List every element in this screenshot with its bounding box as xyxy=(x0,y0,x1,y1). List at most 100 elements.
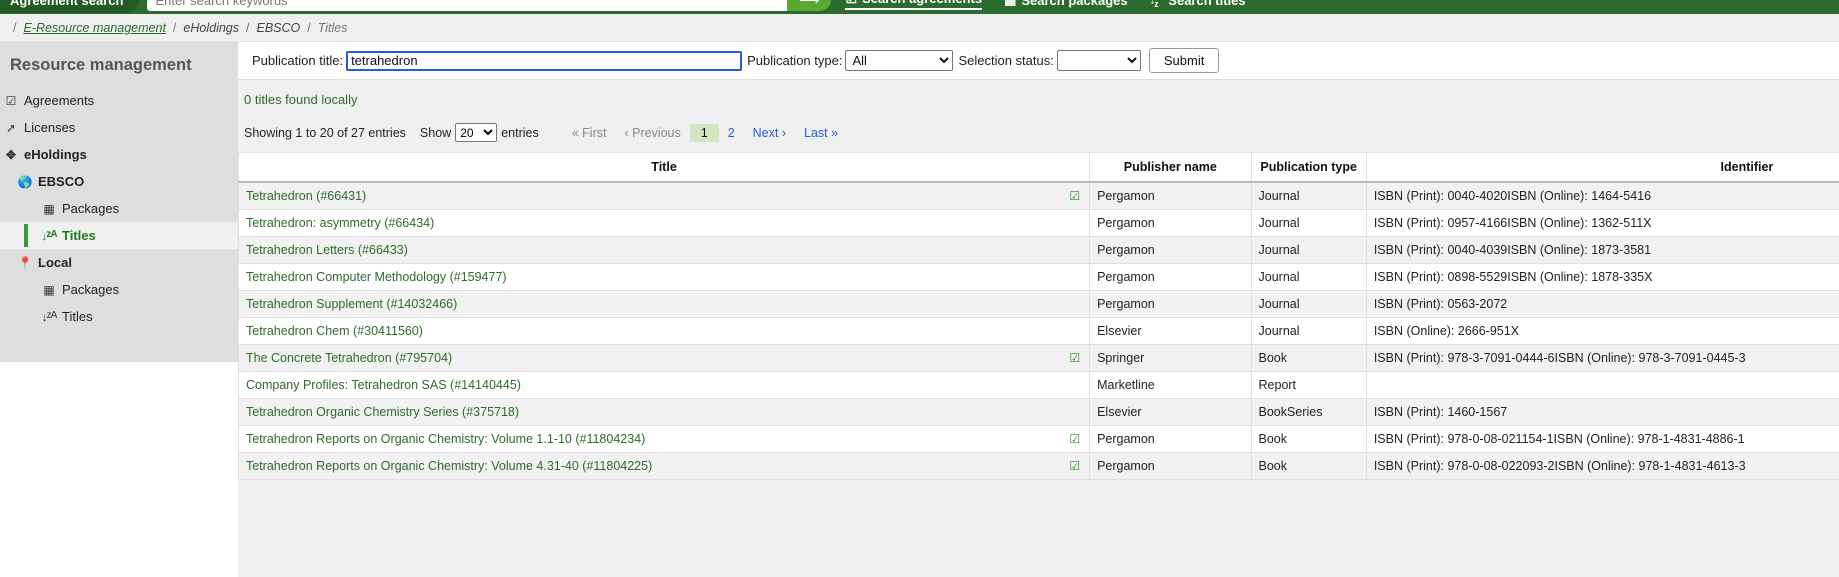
publication-title-input[interactable] xyxy=(346,51,742,71)
nav-search-titles[interactable]: ↓zA Search titles xyxy=(1150,0,1246,9)
pagination-last[interactable]: Last » xyxy=(795,124,847,142)
column-header-publication-type[interactable]: Publication type xyxy=(1251,153,1366,183)
table-row: Tetrahedron: asymmetry (#66434)PergamonJ… xyxy=(239,210,1839,237)
entries-per-page-select[interactable]: 20 xyxy=(455,123,497,142)
title-link[interactable]: Tetrahedron Organic Chemistry Series (#3… xyxy=(246,405,519,419)
sidebar-item-licenses-label: Licenses xyxy=(24,120,75,135)
cell-identifier: ISBN (Print): 0898-5529ISBN (Online): 18… xyxy=(1366,264,1839,291)
sidebar-item-local-label: Local xyxy=(38,255,72,270)
title-link[interactable]: Tetrahedron Supplement (#14032466) xyxy=(246,297,457,311)
breadcrumb-item-ebsco[interactable]: EBSCO xyxy=(256,21,300,35)
title-link[interactable]: Tetrahedron Computer Methodology (#15947… xyxy=(246,270,507,284)
cell-publisher-name: Elsevier xyxy=(1090,399,1251,426)
breadcrumb-item-eresource-management[interactable]: E-Resource management xyxy=(23,21,165,35)
breadcrumb-separator: / xyxy=(307,21,310,35)
cell-publication-type: Journal xyxy=(1251,182,1366,210)
cell-title: Tetrahedron Reports on Organic Chemistry… xyxy=(239,453,1090,480)
sidebar-item-licenses[interactable]: ➚ Licenses xyxy=(0,114,238,141)
title-link[interactable]: Tetrahedron Chem (#30411560) xyxy=(246,324,423,338)
cell-publication-type: Journal xyxy=(1251,237,1366,264)
titles-found-locally-text: 0 titles found locally xyxy=(238,80,1839,107)
entries-word-label: entries xyxy=(501,126,539,140)
publication-type-select[interactable]: All xyxy=(845,50,953,71)
nav-search-packages-label: Search packages xyxy=(1021,0,1127,8)
cell-title: Company Profiles: Tetrahedron SAS (#1414… xyxy=(239,372,1090,399)
sidebar-item-ebsco-titles[interactable]: ↓zA Titles xyxy=(0,222,238,249)
sidebar-item-ebsco-titles-label: Titles xyxy=(62,228,96,243)
sidebar: Resource management ☑ Agreements ➚ Licen… xyxy=(0,42,238,362)
cell-title: The Concrete Tetrahedron (#795704) ☑ xyxy=(239,345,1090,372)
sidebar-item-ebsco-label: EBSCO xyxy=(38,174,84,189)
selected-check-icon: ☑ xyxy=(1069,432,1080,446)
cell-title: Tetrahedron Chem (#30411560) xyxy=(239,318,1090,345)
selection-status-select[interactable] xyxy=(1057,50,1141,71)
column-header-publisher-name[interactable]: Publisher name xyxy=(1090,153,1251,183)
sidebar-item-eholdings[interactable]: ✥ eHoldings xyxy=(0,141,238,168)
pagination-next[interactable]: Next › xyxy=(744,124,795,142)
title-link[interactable]: Tetrahedron Reports on Organic Chemistry… xyxy=(246,459,652,473)
global-search-input[interactable]: Enter search keywords xyxy=(147,0,787,11)
table-row: The Concrete Tetrahedron (#795704) ☑ Sprin… xyxy=(239,345,1839,372)
cell-publisher-name: Marketline xyxy=(1090,372,1251,399)
nav-search-packages[interactable]: ▦ Search packages xyxy=(1004,0,1128,8)
cell-publisher-name: Pergamon xyxy=(1090,237,1251,264)
cell-identifier: ISBN (Print): 0040-4039ISBN (Online): 18… xyxy=(1366,237,1839,264)
cell-publication-type: Book xyxy=(1251,426,1366,453)
titles-results-table: Title Publisher name Publication type Id… xyxy=(238,152,1839,480)
pagination-page-1[interactable]: 1 xyxy=(690,124,719,142)
cell-title: Tetrahedron (#66431)☑ xyxy=(239,182,1090,210)
title-link[interactable]: Tetrahedron Letters (#66433) xyxy=(246,243,408,257)
submit-button[interactable]: Submit xyxy=(1149,48,1219,73)
table-header-row: Title Publisher name Publication type Id… xyxy=(239,153,1839,183)
cell-publisher-name: Springer xyxy=(1090,345,1251,372)
cell-publisher-name: Pergamon xyxy=(1090,426,1251,453)
table-row: Tetrahedron Reports on Organic Chemistry… xyxy=(239,426,1839,453)
cell-title: Tetrahedron Computer Methodology (#15947… xyxy=(239,264,1090,291)
cell-publication-type: Journal xyxy=(1251,291,1366,318)
sidebar-item-agreements-label: Agreements xyxy=(24,93,94,108)
breadcrumb-item-titles: Titles xyxy=(318,21,348,35)
table-row: Tetrahedron Chem (#30411560)ElsevierJour… xyxy=(239,318,1839,345)
cell-title: Tetrahedron Reports on Organic Chemistry… xyxy=(239,426,1090,453)
table-row: Company Profiles: Tetrahedron SAS (#1414… xyxy=(239,372,1839,399)
expand-arrows-icon: ✥ xyxy=(4,148,18,162)
title-link[interactable]: Tetrahedron: asymmetry (#66434) xyxy=(246,216,434,230)
table-row: Tetrahedron Reports on Organic Chemistry… xyxy=(239,453,1839,480)
pagination-previous[interactable]: ‹ Previous xyxy=(615,124,689,142)
title-link[interactable]: Tetrahedron Reports on Organic Chemistry… xyxy=(246,432,645,446)
sidebar-item-local-packages[interactable]: ▦ Packages xyxy=(0,276,238,303)
check-circle-icon: ☑ xyxy=(845,0,857,7)
sidebar-item-local-titles[interactable]: ↓zA Titles xyxy=(0,303,238,330)
nav-search-agreements-label: Search agreements xyxy=(862,0,982,6)
showing-entries-text: Showing 1 to 20 of 27 entries xyxy=(244,126,406,140)
table-body: Tetrahedron (#66431)☑PergamonJournalISBN… xyxy=(239,182,1839,480)
sidebar-item-agreements[interactable]: ☑ Agreements xyxy=(0,87,238,114)
column-header-identifier[interactable]: Identifier xyxy=(1366,153,1839,183)
table-header: Title Publisher name Publication type Id… xyxy=(239,153,1839,183)
table-row: Tetrahedron Organic Chemistry Series (#3… xyxy=(239,399,1839,426)
breadcrumb-item-eholdings[interactable]: eHoldings xyxy=(183,21,239,35)
top-nav: ☑ Search agreements ▦ Search packages ↓z… xyxy=(845,0,1245,10)
gavel-icon: ➚ xyxy=(4,121,18,135)
cell-publication-type: Journal xyxy=(1251,210,1366,237)
selected-check-icon: ☑ xyxy=(1069,351,1080,365)
pagination-first[interactable]: « First xyxy=(563,124,616,142)
agreement-search-tab[interactable]: Agreement search xyxy=(0,0,139,13)
cell-identifier: ISBN (Print): 978-3-7091-0444-6ISBN (Onl… xyxy=(1366,345,1839,372)
main-content: Publication title: Publication type: All… xyxy=(238,42,1839,577)
cell-title: Tetrahedron: asymmetry (#66434) xyxy=(239,210,1090,237)
sidebar-item-ebsco-packages[interactable]: ▦ Packages xyxy=(0,195,238,222)
sidebar-item-local[interactable]: 📍 Local xyxy=(0,249,238,276)
pagination-page-2[interactable]: 2 xyxy=(719,124,744,142)
sidebar-item-ebsco[interactable]: 🌎 EBSCO xyxy=(0,168,238,195)
nav-search-agreements[interactable]: ☑ Search agreements xyxy=(845,0,982,10)
title-link[interactable]: Company Profiles: Tetrahedron SAS (#1414… xyxy=(246,378,521,392)
publication-title-label: Publication title: xyxy=(252,53,343,68)
search-submit-arrow-icon[interactable]: ⟶ xyxy=(787,0,831,11)
title-link[interactable]: Tetrahedron (#66431) xyxy=(246,189,366,203)
column-header-title[interactable]: Title xyxy=(239,153,1090,183)
title-link[interactable]: The Concrete Tetrahedron (#795704) xyxy=(246,351,452,365)
pagination-bar: Showing 1 to 20 of 27 entries Show 20 en… xyxy=(238,107,1839,152)
cell-publication-type: Journal xyxy=(1251,264,1366,291)
sidebar-item-eholdings-label: eHoldings xyxy=(24,147,87,162)
